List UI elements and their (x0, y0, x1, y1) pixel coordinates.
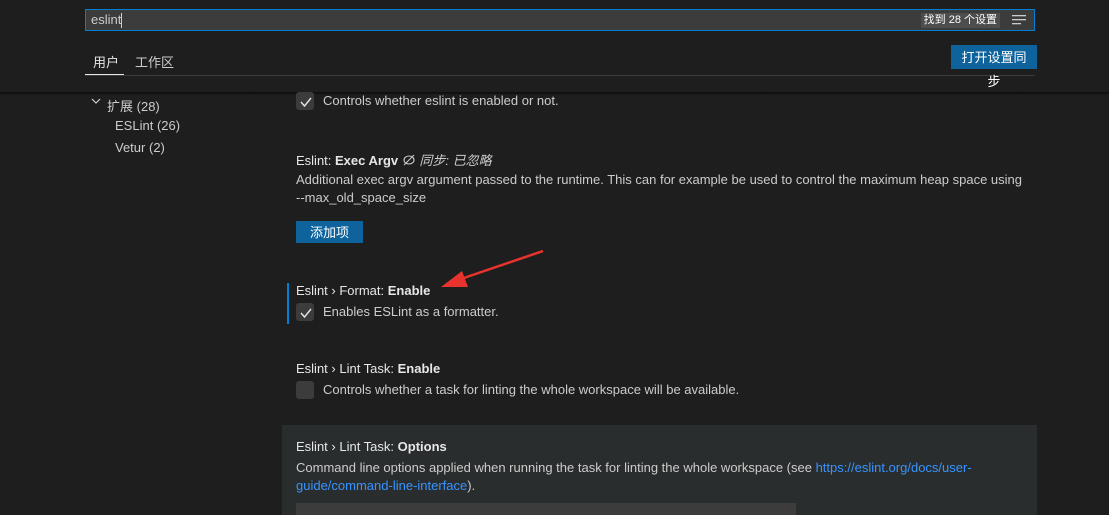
format-enable-description: Enables ESLint as a formatter. (323, 304, 499, 319)
toc-label: Vetur (115, 140, 146, 155)
sync-ignored-icon (403, 154, 415, 166)
chevron-down-icon[interactable] (90, 95, 102, 107)
tab-user[interactable]: 用户 (93, 52, 119, 71)
settings-sync-button[interactable]: 打开设置同步 (951, 45, 1037, 89)
setting-title-lint-task-options: Eslint › Lint Task: Options (296, 439, 447, 454)
format-enable-checkbox[interactable] (296, 303, 314, 321)
setting-name: Exec Argv (335, 153, 399, 168)
setting-category: Eslint: (296, 153, 336, 168)
toc-item-extensions[interactable]: 扩展 (28) (107, 96, 160, 115)
toc-item-eslint[interactable]: ESLint (26) (115, 118, 180, 133)
setting-title-exec-argv: Eslint: Exec Argv 同步: 已忽略 (296, 150, 492, 169)
lint-task-options-input[interactable] (296, 503, 796, 515)
docs-link[interactable]: https://eslint.org/docs/user- (816, 460, 972, 475)
setting-name: Options (397, 439, 447, 454)
toc-count: (2) (148, 140, 165, 155)
lint-task-enable-checkbox[interactable] (296, 381, 314, 399)
add-item-button[interactable]: 添加项 (296, 221, 363, 243)
exec-argv-description: Additional exec argv argument passed to … (296, 171, 1026, 207)
sync-ignored-text: 同步: 已忽略 (419, 153, 492, 168)
description-text: Command line options applied when runnin… (296, 460, 816, 475)
setting-category: Eslint › Lint Task: (296, 439, 398, 454)
docs-link[interactable]: guide/command-line-interface (296, 478, 467, 493)
toc-label: 扩展 (107, 99, 134, 114)
description-text: ). (467, 478, 476, 493)
enable-checkbox[interactable] (296, 92, 314, 110)
setting-title-format-enable: Eslint › Format: Enable (296, 283, 430, 298)
search-result-count: 找到 28 个设置 (920, 13, 1000, 28)
toc-count: (26) (156, 118, 181, 133)
lint-task-enable-description: Controls whether a task for linting the … (323, 382, 740, 397)
description-line: --max_old_space_size (296, 190, 427, 205)
check-icon (300, 308, 312, 319)
sync-ignored-note: 同步: 已忽略 (402, 153, 492, 168)
setting-focus-indicator (287, 283, 289, 324)
lint-task-options-description: Command line options applied when runnin… (296, 459, 1026, 495)
tab-workspace[interactable]: 工作区 (135, 52, 174, 71)
check-icon (300, 97, 312, 108)
setting-title-lint-task-enable: Eslint › Lint Task: Enable (296, 361, 440, 376)
settings-search-bar[interactable]: eslint 找到 28 个设置 (85, 9, 1035, 31)
text-cursor (121, 13, 122, 28)
description-line: Additional exec argv argument passed to … (296, 172, 1022, 187)
setting-category: Eslint › Lint Task: (296, 361, 398, 376)
tabs-divider (85, 75, 1035, 76)
setting-name: Enable (387, 283, 431, 298)
search-input[interactable]: eslint (91, 12, 121, 27)
filter-icon[interactable] (1012, 14, 1026, 26)
toc-count: (28) (136, 99, 160, 114)
toc-label: ESLint (115, 118, 154, 133)
setting-category: Eslint › Format: (296, 283, 388, 298)
toc-item-vetur[interactable]: Vetur (2) (115, 140, 165, 155)
enable-description: Controls whether eslint is enabled or no… (323, 93, 559, 108)
setting-name: Enable (397, 361, 441, 376)
